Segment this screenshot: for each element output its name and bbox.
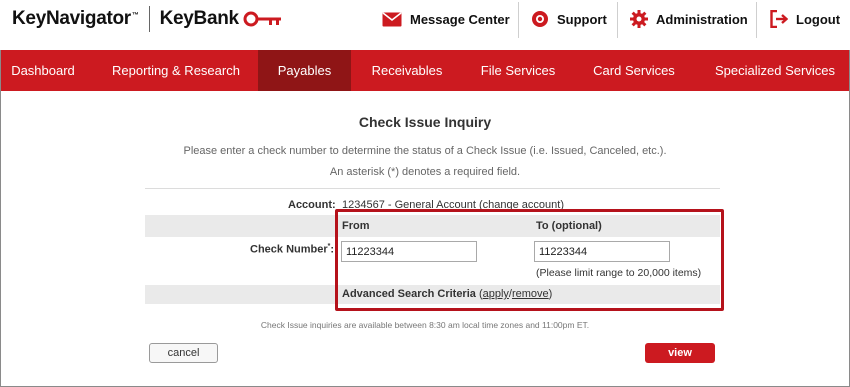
nav-reporting-research[interactable]: Reporting & Research xyxy=(101,50,251,91)
logout-link[interactable]: Logout xyxy=(770,0,840,38)
header-divider xyxy=(756,2,757,38)
header-divider xyxy=(518,2,519,38)
availability-note: Check Issue inquiries are available betw… xyxy=(260,320,590,330)
support-link[interactable]: Support xyxy=(531,0,607,38)
instructions-text: Please enter a check number to determine… xyxy=(183,145,667,157)
view-button[interactable]: view xyxy=(645,343,715,363)
keybank-logo: KeyBank xyxy=(159,8,240,29)
nav-file-services[interactable]: File Services xyxy=(468,50,568,91)
page-title: Check Issue Inquiry xyxy=(358,114,492,130)
gear-icon xyxy=(630,10,648,28)
nav-card-services[interactable]: Card Services xyxy=(581,50,687,91)
account-label: Account: xyxy=(288,199,336,211)
nav-dashboard[interactable]: Dashboard xyxy=(1,50,85,91)
keynavigator-logo: KeyNavigator™ xyxy=(12,8,139,29)
administration-link[interactable]: Administration xyxy=(630,0,748,38)
logout-icon xyxy=(770,10,788,28)
nav-receivables[interactable]: Receivables xyxy=(361,50,453,91)
key-icon xyxy=(243,11,281,27)
brand-logo[interactable]: KeyNavigator™ KeyBank xyxy=(12,6,283,32)
cancel-button[interactable]: cancel xyxy=(149,343,218,363)
lifebuoy-icon xyxy=(531,10,549,28)
divider xyxy=(145,188,720,189)
main-nav: Dashboard Reporting & Research Payables … xyxy=(1,50,849,91)
highlight-box xyxy=(335,209,724,311)
brand-divider xyxy=(148,6,150,32)
nav-specialized-services[interactable]: Specialized Services xyxy=(706,50,844,91)
header: KeyNavigator™ KeyBank Message Center Sup… xyxy=(0,0,850,50)
header-divider xyxy=(617,2,618,38)
nav-payables[interactable]: Payables xyxy=(258,50,351,91)
envelope-icon xyxy=(382,11,402,27)
check-number-label: Check Number*: xyxy=(250,243,335,256)
message-center-link[interactable]: Message Center xyxy=(382,0,510,38)
required-note: An asterisk (*) denotes a required field… xyxy=(329,166,521,178)
